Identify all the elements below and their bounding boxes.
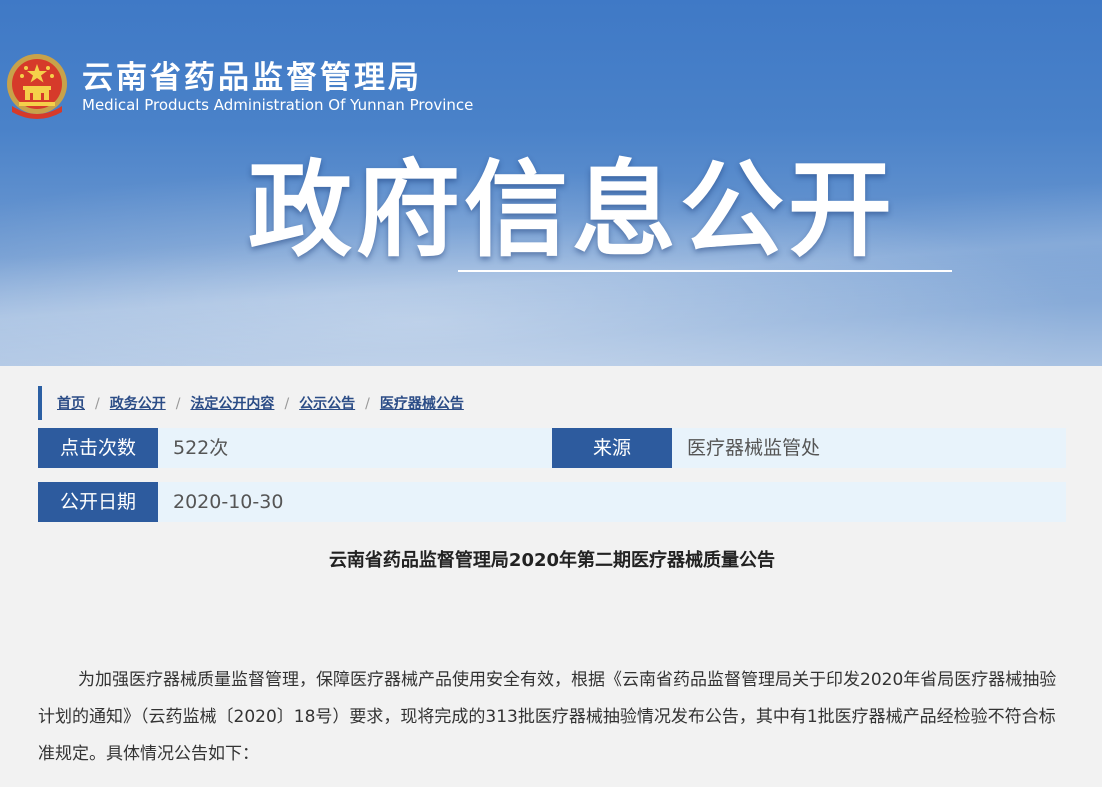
breadcrumb-separator: / bbox=[365, 396, 370, 412]
date-value: 2020-10-30 bbox=[173, 491, 284, 513]
breadcrumb: 首页 / 政务公开 / 法定公开内容 / 公示公告 / 医疗器械公告 bbox=[38, 386, 557, 420]
breadcrumb-statutory-content[interactable]: 法定公开内容 bbox=[190, 396, 274, 412]
breadcrumb-separator: / bbox=[284, 396, 290, 412]
national-emblem-icon bbox=[7, 54, 67, 119]
breadcrumb-device-announcements[interactable]: 医疗器械公告 bbox=[380, 396, 464, 412]
date-label: 公开日期 bbox=[38, 482, 158, 522]
breadcrumb-gov-affairs[interactable]: 政务公开 bbox=[110, 396, 166, 412]
section-title: 政府信息公开 bbox=[248, 149, 897, 271]
article-paragraph: 为加强医疗器械质量监督管理，保障医疗器械产品使用安全有效，根据《云南省药品监督管… bbox=[38, 670, 1057, 764]
article-title: 云南省药品监督管理局2020年第二期医疗器械质量公告 bbox=[328, 550, 776, 571]
header-banner: 云南省药品监督管理局 Medical Products Administrati… bbox=[0, 0, 1102, 366]
agency-name-cn: 云南省药品监督管理局 bbox=[82, 60, 422, 96]
breadcrumb-separator: / bbox=[175, 396, 181, 412]
source-label: 来源 bbox=[552, 428, 672, 468]
clicks-value: 522次 bbox=[173, 437, 229, 459]
breadcrumb-announcements[interactable]: 公示公告 bbox=[299, 396, 355, 412]
clicks-label: 点击次数 bbox=[38, 428, 158, 468]
meta-row-date: 公开日期 2020-10-30 bbox=[38, 482, 1066, 522]
breadcrumb-home[interactable]: 首页 bbox=[57, 396, 85, 412]
agency-name-en: Medical Products Administration Of Yunna… bbox=[82, 96, 474, 114]
meta-row-clicks-source: 点击次数 522次 来源 医疗器械监管处 bbox=[38, 428, 1066, 468]
breadcrumb-separator: / bbox=[95, 396, 100, 412]
title-underline bbox=[458, 270, 952, 272]
source-value: 医疗器械监管处 bbox=[687, 437, 821, 459]
